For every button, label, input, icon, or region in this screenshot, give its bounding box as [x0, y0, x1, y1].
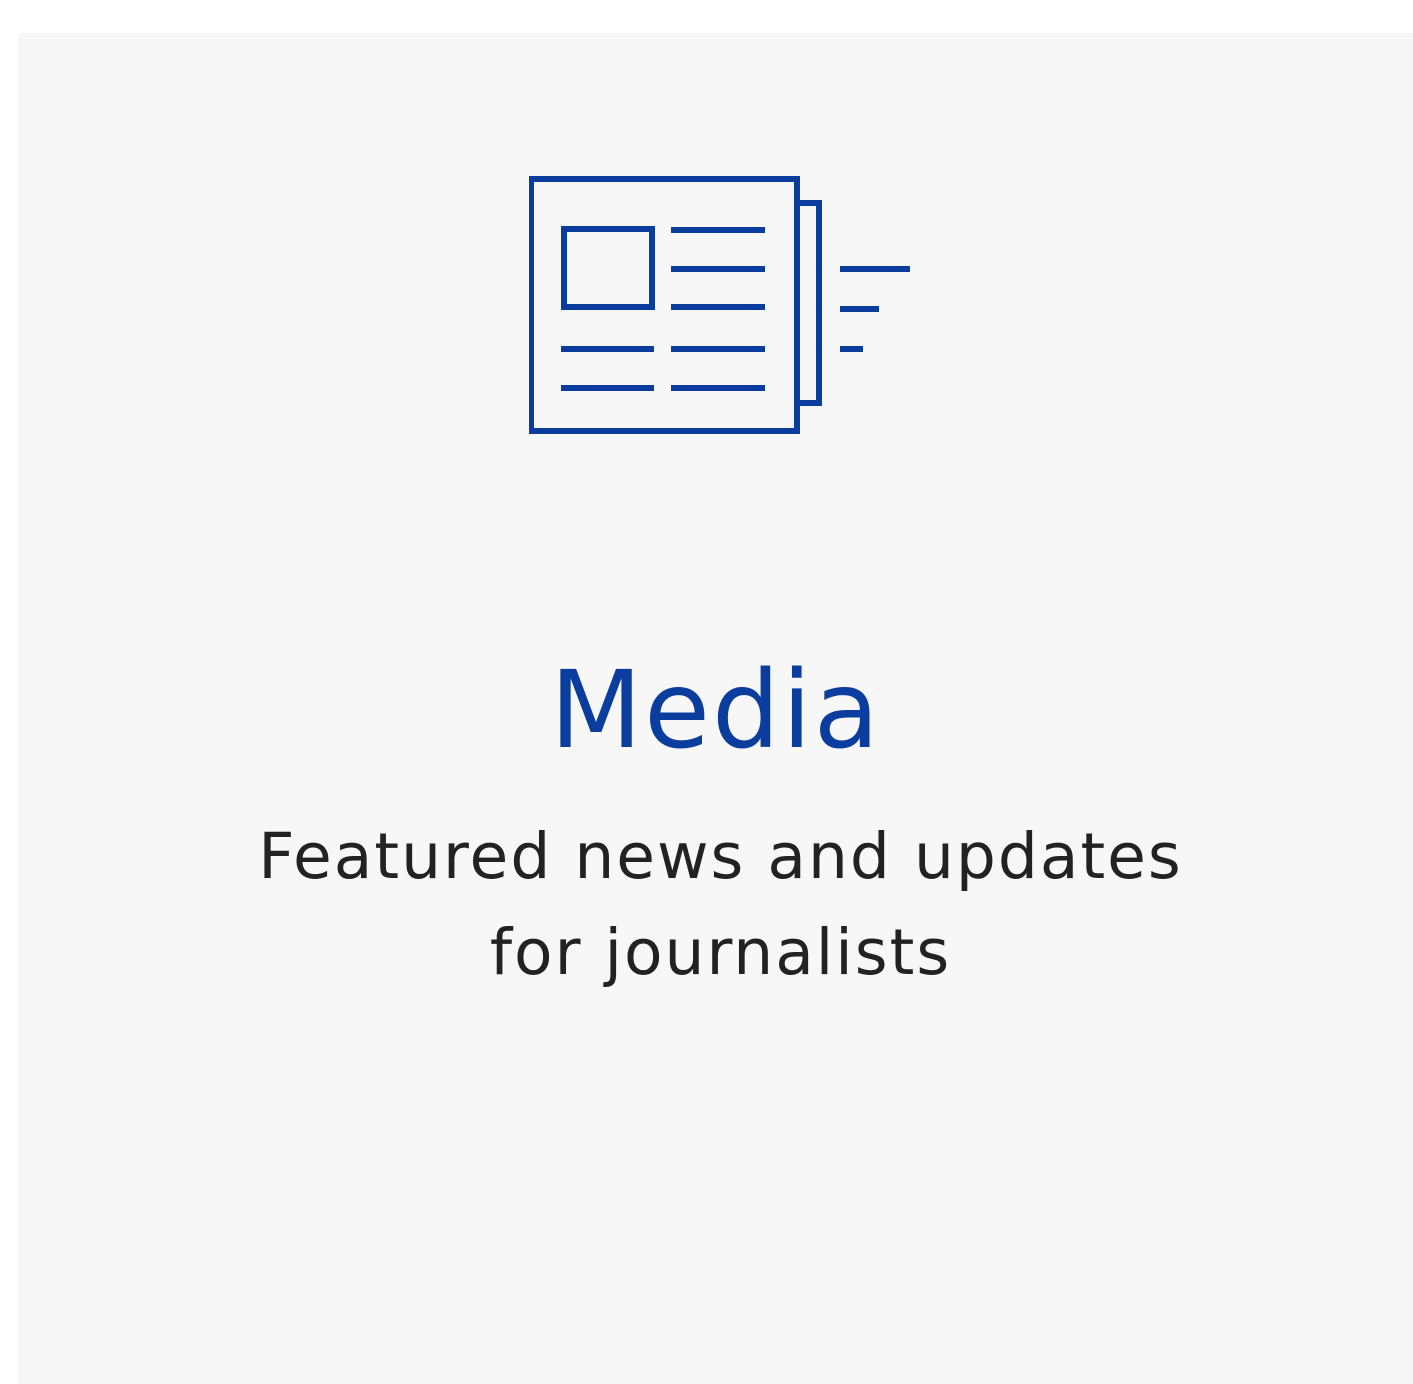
media-card[interactable]: Media Featured news and updates for jour…: [18, 33, 1413, 1384]
card-title: Media: [549, 649, 882, 773]
card-description: Featured news and updates for journalist…: [258, 820, 1183, 989]
newspaper-icon: [529, 176, 925, 438]
